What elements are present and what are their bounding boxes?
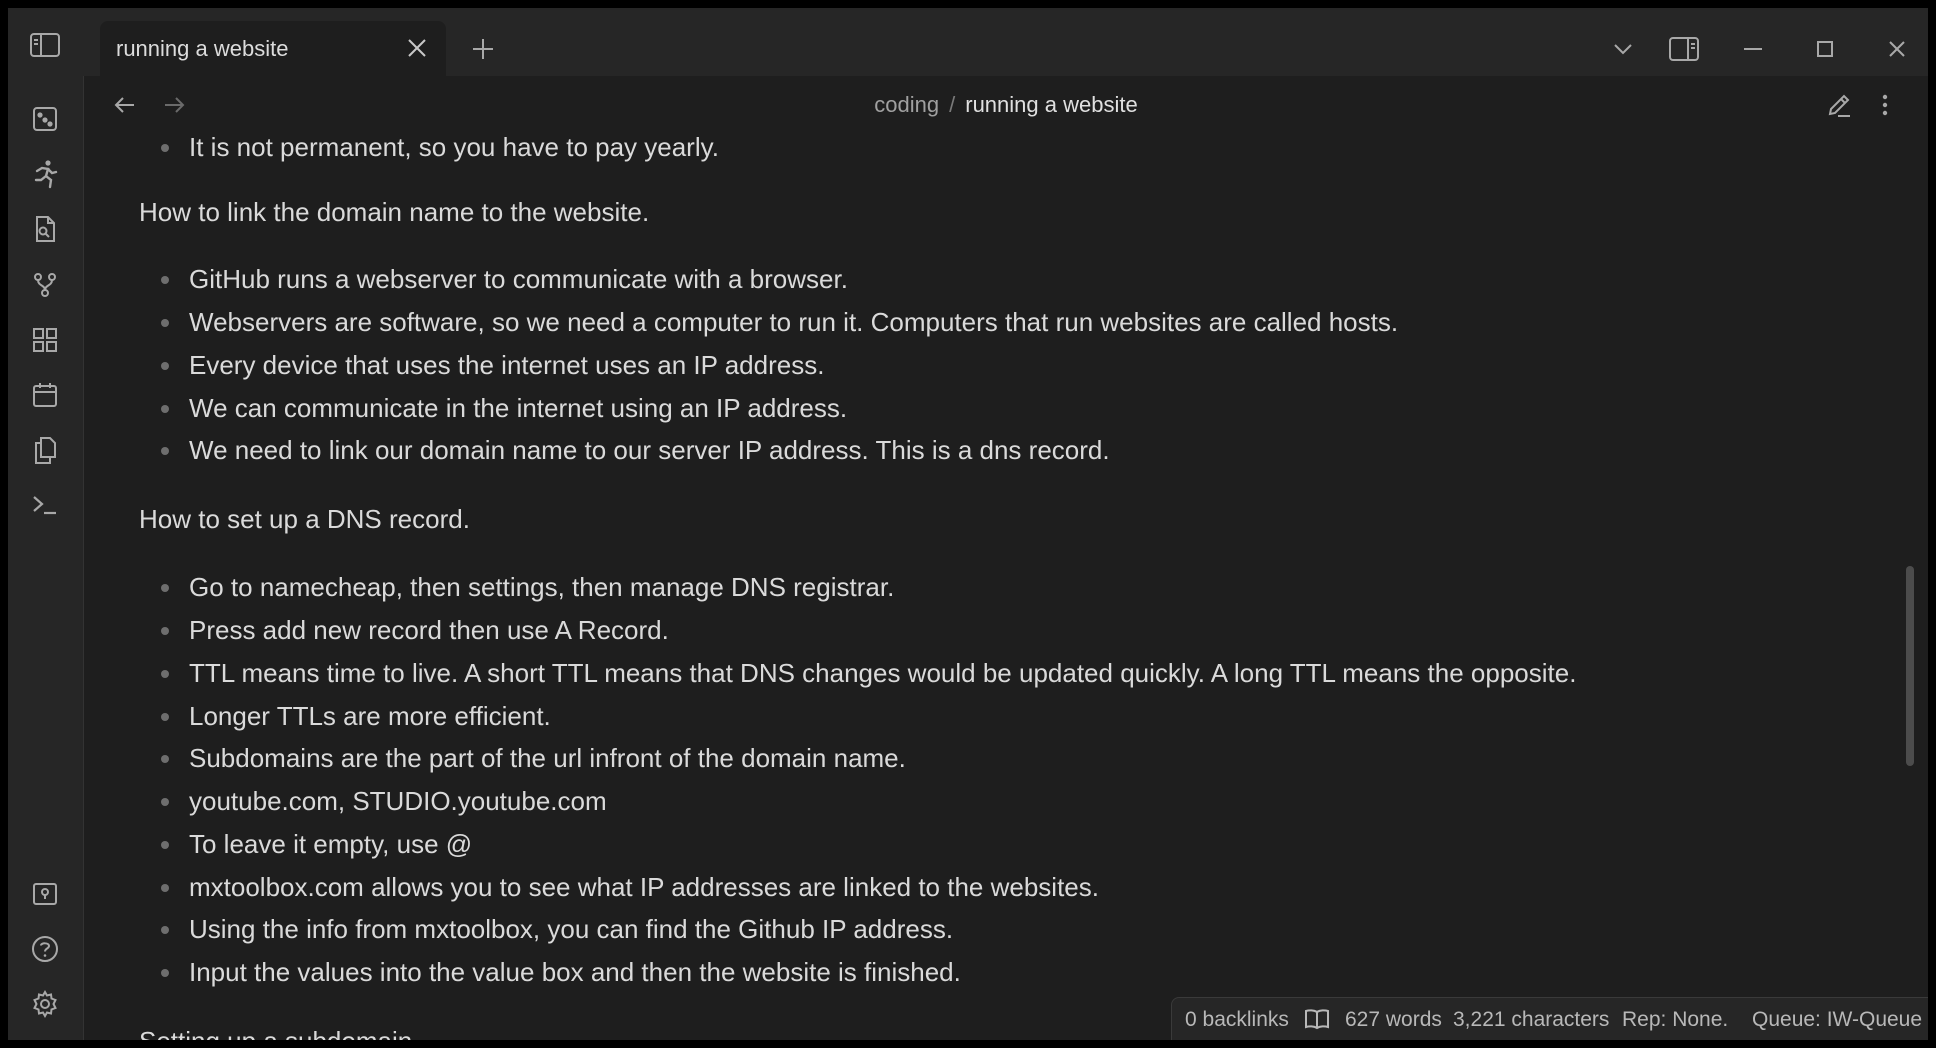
list-item: TTL means time to live. A short TTL mean… — [160, 658, 1577, 688]
list-item: We can communicate in the internet using… — [160, 393, 848, 423]
list-item: Subdomains are the part of the url infro… — [161, 743, 906, 773]
list-item: youtube.com, STUDIO.youtube.com — [161, 786, 607, 816]
word-count: 627 words — [1345, 1008, 1442, 1031]
right-sidebar-toggle-icon[interactable] — [1667, 32, 1701, 66]
maximize-icon[interactable] — [1810, 34, 1840, 64]
title-bar: running a website — [8, 8, 1928, 76]
run-icon[interactable] — [26, 155, 64, 193]
tab-list-chevron-down-icon[interactable] — [1608, 34, 1638, 64]
dashboard-grid-icon[interactable] — [26, 321, 64, 359]
help-icon[interactable] — [26, 930, 64, 968]
sidebar-toggle-icon[interactable] — [28, 30, 62, 60]
settings-icon[interactable] — [26, 985, 64, 1023]
list-item: Go to namecheap, then settings, then man… — [160, 572, 895, 602]
queue-status[interactable]: Queue: IW-Queue — [1752, 1008, 1922, 1032]
breadcrumb: coding / running a website — [84, 92, 1928, 118]
character-count: 3,221 characters — [1453, 1008, 1610, 1031]
backlinks-count[interactable]: 0 backlinks — [1185, 1008, 1289, 1032]
paragraph: How to link the domain name to the websi… — [139, 197, 650, 227]
git-branch-icon[interactable] — [26, 266, 64, 304]
rep-status[interactable]: Rep: None. — [1622, 1008, 1728, 1032]
edit-pencil-icon[interactable] — [1822, 88, 1856, 122]
breadcrumb-separator: / — [949, 92, 956, 117]
terminal-icon[interactable] — [26, 486, 64, 524]
close-window-icon[interactable] — [1882, 34, 1912, 64]
more-options-icon[interactable] — [1870, 88, 1900, 122]
left-ribbon — [8, 76, 84, 1040]
scrollbar-thumb[interactable] — [1906, 566, 1914, 766]
list-item: Input the values into the value box and … — [161, 957, 961, 987]
copy-pages-icon[interactable] — [26, 431, 64, 469]
paragraph: Setting up a subdomain — [139, 1024, 412, 1040]
new-tab-icon[interactable] — [466, 32, 500, 66]
app-window: running a website coding / running a web… — [8, 8, 1928, 1040]
list-item: mxtoolbox.com allows you to see what IP … — [161, 872, 1099, 902]
list-item: Longer TTLs are more efficient. — [161, 701, 551, 731]
calendar-icon[interactable] — [26, 376, 64, 414]
editor-pane: coding / running a website It is not perma… — [84, 76, 1928, 1040]
list-item: To leave it empty, use @ — [160, 829, 473, 859]
list-item: Press add new record then use A Record. — [161, 615, 669, 645]
list-item: Every device that uses the internet uses… — [160, 350, 825, 380]
list-item: Webservers are software, so we need a co… — [160, 307, 1399, 337]
list-item: We need to link our domain name to our s… — [161, 435, 1110, 465]
graph-view-icon[interactable] — [26, 100, 64, 138]
view-header: coding / running a website — [84, 76, 1928, 136]
paragraph: How to set up a DNS record. — [139, 504, 470, 534]
breadcrumb-note-title[interactable]: running a website — [965, 92, 1137, 117]
vault-switcher-icon[interactable] — [26, 875, 64, 913]
reading-book-icon[interactable] — [1302, 1006, 1332, 1032]
file-search-icon[interactable] — [26, 210, 64, 248]
list-item: Using the info from mxtoolbox, you can f… — [160, 914, 954, 944]
close-tab-icon[interactable] — [400, 31, 434, 65]
breadcrumb-folder[interactable]: coding — [874, 92, 939, 117]
tab-running-a-website[interactable]: running a website — [100, 21, 446, 76]
list-item: GitHub runs a webserver to communicate w… — [161, 264, 848, 294]
minimize-icon[interactable] — [1738, 34, 1768, 64]
status-bar: 0 backlinks 627 words 3,221 characters R… — [1171, 997, 1928, 1040]
tab-title: running a website — [116, 36, 289, 61]
